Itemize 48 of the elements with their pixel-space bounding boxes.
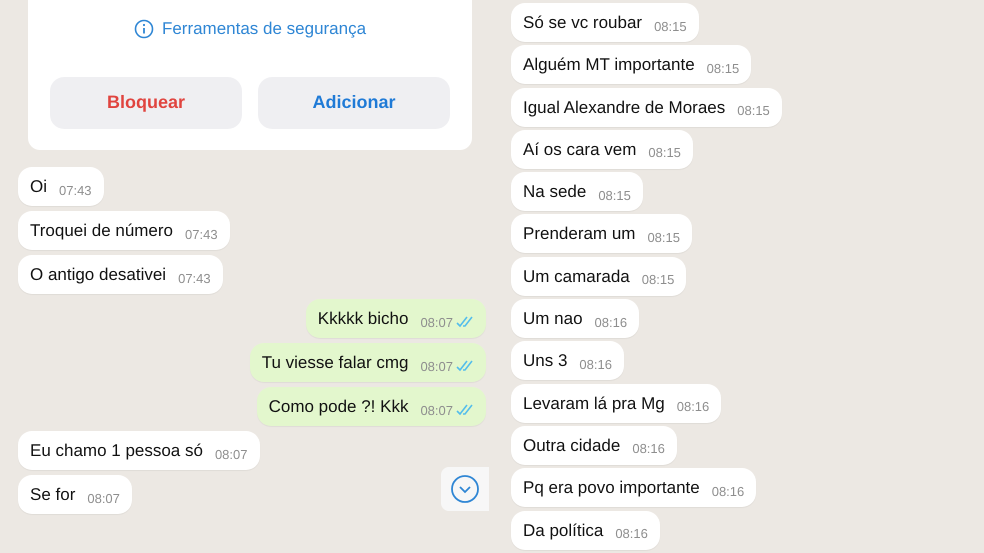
message-time: 08:16	[676, 398, 710, 416]
message-time: 08:16	[712, 482, 744, 501]
message-time: 08:15	[598, 186, 631, 205]
message-time: 08:15	[706, 60, 740, 78]
message-text: Um nao	[523, 308, 583, 330]
message-text: Se for	[30, 484, 76, 506]
message-text: Eu chamo 1 pessoa só	[30, 440, 203, 462]
message-text: Tu viesse falar cmg	[262, 352, 408, 374]
message-time: 07:43	[178, 270, 211, 288]
safety-tools-link[interactable]: Ferramentas de segurança	[162, 16, 366, 42]
info-icon	[134, 18, 154, 39]
message-text: Pq era povo importante	[523, 477, 700, 500]
message-text: Da política	[523, 520, 604, 542]
scroll-down-button[interactable]	[441, 467, 489, 511]
message-time: 08:16	[632, 440, 665, 458]
block-button[interactable]: Bloquear	[50, 76, 242, 128]
message-time: 07:43	[185, 226, 218, 244]
message-time: 08:07	[214, 446, 248, 464]
message-time: 08:07	[420, 402, 453, 420]
add-button[interactable]: Adicionar	[258, 76, 450, 128]
message-time: 08:15	[737, 102, 770, 120]
message-time: 08:07	[420, 314, 453, 332]
message-text: Levaram lá pra Mg	[523, 392, 665, 415]
message-time: 07:43	[59, 182, 92, 200]
message-time: 08:16	[615, 525, 648, 544]
message-time: 08:07	[420, 358, 453, 376]
message-time: 08:16	[594, 314, 628, 332]
chevron-down-icon	[450, 474, 480, 504]
message-time: 08:15	[648, 144, 681, 162]
message-text: Um camarada	[523, 266, 630, 288]
message-text: Outra cidade	[523, 434, 620, 457]
message-text: O antigo desativei	[30, 264, 166, 286]
message-time: 08:16	[579, 356, 612, 374]
message-time: 08:15	[654, 18, 687, 36]
message-text: Kkkkk bicho	[318, 308, 408, 330]
message-text: Aí os cara vem	[523, 138, 636, 161]
message-time: 08:07	[87, 490, 120, 508]
message-text: Alguém MT importante	[523, 54, 695, 76]
message-text: Prenderam um	[523, 223, 636, 246]
message-text: Só se vc roubar	[523, 12, 642, 34]
message-text: Como pode ?! Kkk	[268, 396, 408, 418]
message-text: Uns 3	[523, 350, 568, 372]
message-text: Oi	[30, 176, 47, 198]
message-text: Troquei de número	[30, 220, 174, 242]
message-time: 08:15	[647, 228, 680, 247]
message-text: Igual Alexandre de Moraes	[523, 96, 726, 119]
message-time: 08:15	[642, 271, 674, 290]
message-text: Na sede	[523, 181, 586, 204]
